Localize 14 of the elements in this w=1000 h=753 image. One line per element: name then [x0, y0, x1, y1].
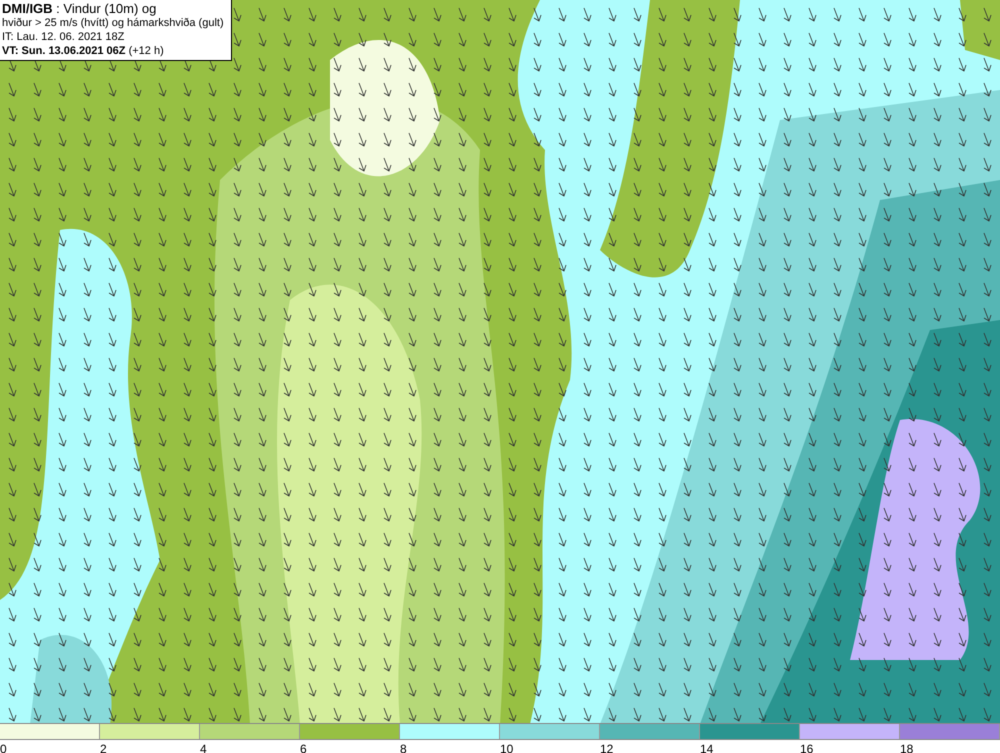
- legend-label: 6: [300, 742, 307, 753]
- legend-label: 8: [400, 742, 407, 753]
- legend-label: 12: [600, 742, 614, 753]
- header-text: DMI/IGB : Vindur (10m) og: [2, 1, 158, 16]
- legend-label: 4: [200, 742, 207, 753]
- header-text: VT: Sun. 13.06.2021 06Z (+12 h): [2, 44, 165, 58]
- legend-label: 2: [100, 742, 107, 753]
- legend-label: 16: [800, 742, 814, 753]
- legend-label: 18: [900, 742, 914, 753]
- header-text: IT: Lau. 12. 06. 2021 18Z: [2, 30, 126, 44]
- legend-label: 0: [0, 742, 7, 753]
- header-text: hviður > 25 m/s (hvítt) og hámarkshviða (gult): [2, 16, 225, 30]
- legend-label: 10: [500, 742, 514, 753]
- legend-label: 14: [700, 742, 714, 753]
